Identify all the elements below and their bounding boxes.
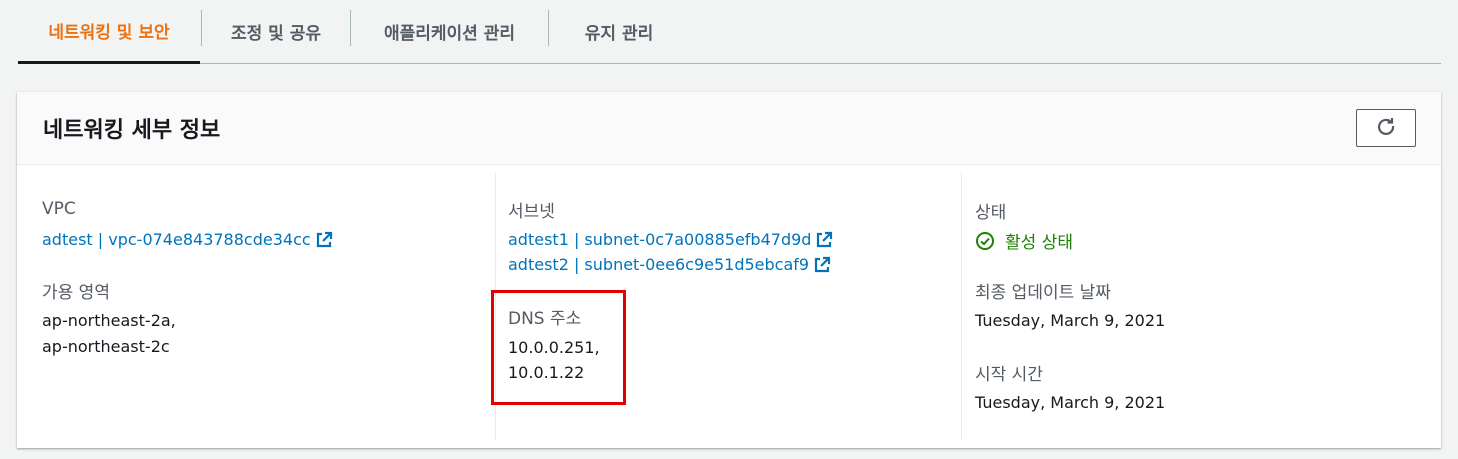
tab-scaling-sharing[interactable]: 조정 및 공유	[202, 0, 350, 63]
success-check-icon	[975, 231, 995, 251]
tab-bar: 네트워킹 및 보안 조정 및 공유 애플리케이션 관리 유지 관리	[18, 0, 1441, 64]
tab-maintenance[interactable]: 유지 관리	[549, 0, 689, 63]
dns-highlight-annotation	[491, 290, 626, 405]
last-updated-label: 최종 업데이트 날짜	[975, 283, 1111, 303]
vpc-link-text[interactable]: adtest | vpc-074e843788cde34cc	[42, 230, 311, 249]
tab-application-management[interactable]: 애플리케이션 관리	[351, 0, 548, 63]
availability-zone-value-2: ap-northeast-2c	[42, 337, 170, 356]
status-indicator: 활성 상태	[975, 228, 1073, 253]
refresh-icon	[1376, 116, 1396, 140]
subnet-link-text[interactable]: adtest1 | subnet-0c7a00885efb47d9d	[508, 230, 811, 249]
last-updated-value: Tuesday, March 9, 2021	[975, 311, 1166, 330]
start-time-label: 시작 시간	[975, 365, 1043, 385]
availability-zone-value-1: ap-northeast-2a,	[42, 311, 176, 330]
subnet-link-text[interactable]: adtest2 | subnet-0ee6c9e51d5ebcaf9	[508, 255, 809, 274]
vpc-label: VPC	[42, 199, 76, 219]
status-value: 활성 상태	[1005, 233, 1073, 253]
networking-details-panel: 네트워킹 세부 정보 VPC adtest | vpc-074e843788cd…	[17, 92, 1441, 448]
panel-header: 네트워킹 세부 정보	[17, 92, 1441, 165]
external-link-icon	[315, 231, 333, 249]
start-time-value: Tuesday, March 9, 2021	[975, 393, 1166, 412]
availability-zone-label: 가용 영역	[42, 283, 110, 303]
panel-title: 네트워킹 세부 정보	[43, 118, 221, 143]
subnet-label: 서브넷	[508, 202, 555, 222]
subnet-link[interactable]: adtest1 | subnet-0c7a00885efb47d9d	[508, 230, 833, 249]
external-link-icon	[815, 231, 833, 249]
vpc-link[interactable]: adtest | vpc-074e843788cde34cc	[42, 230, 333, 249]
subnet-link[interactable]: adtest2 | subnet-0ee6c9e51d5ebcaf9	[508, 255, 831, 274]
status-label: 상태	[975, 203, 1007, 223]
external-link-icon	[813, 256, 831, 274]
refresh-button[interactable]	[1356, 109, 1416, 147]
column-divider	[961, 172, 962, 440]
tab-networking-security[interactable]: 네트워킹 및 보안	[18, 0, 200, 64]
